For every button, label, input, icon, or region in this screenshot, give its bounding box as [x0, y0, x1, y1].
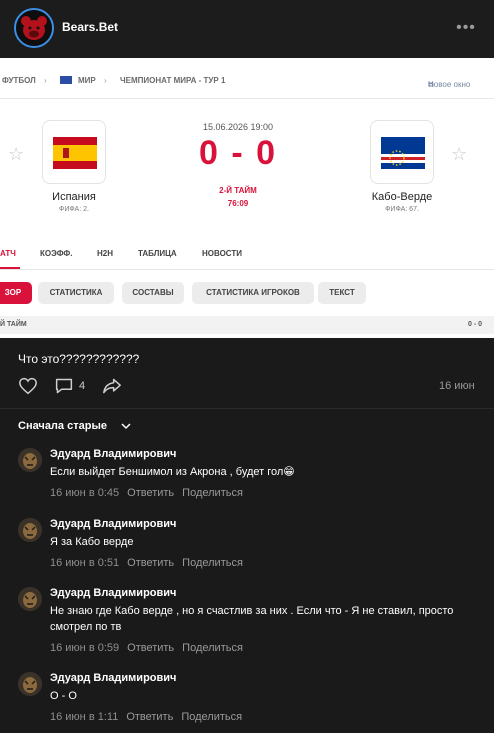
post-image[interactable]: ФУТБОЛ › МИР › ЧЕМПИОНАТ МИРА - ТУР 1 ⧉ … [0, 58, 494, 338]
comment-meta: 16 июн в 1:11 Ответить Поделиться [50, 711, 242, 723]
comment-time: 16 июн в 1:11 [50, 711, 119, 723]
breadcrumb-sport: ФУТБОЛ [2, 76, 36, 85]
share-button[interactable]: Поделиться [181, 711, 242, 723]
share-button[interactable]: Поделиться [182, 487, 243, 499]
avatar[interactable] [18, 518, 42, 542]
heart-icon[interactable] [18, 377, 38, 395]
channel-name[interactable]: Bears.Bet [62, 20, 118, 34]
channel-avatar[interactable] [14, 8, 54, 48]
match-date: 15.06.2026 19:00 [202, 122, 274, 132]
breadcrumb: ФУТБОЛ › МИР › ЧЕМПИОНАТ МИРА - ТУР 1 ⧉ … [2, 76, 471, 89]
share-icon[interactable] [102, 377, 122, 395]
period-score: 0 - 0 [468, 321, 483, 328]
tab-odds: КОЭФФ. [40, 249, 73, 258]
avatar[interactable] [18, 587, 42, 611]
comment-author[interactable]: Эдуард Владимирович [50, 587, 176, 599]
avatar[interactable] [18, 672, 42, 696]
comment-item: Эдуард Владимирович Если выйдет Беншимол… [0, 448, 494, 504]
share-button[interactable]: Поделиться [182, 557, 243, 569]
period-header: Й ТАЙМ 0 - 0 [0, 316, 494, 334]
comment-text: Если выйдет Беншимол из Акрона , будет г… [50, 466, 295, 478]
away-team-logo [370, 120, 434, 184]
world-flag-icon [60, 76, 72, 84]
favorite-star-icon: ☆ [451, 144, 468, 164]
comment-text: О - О [50, 690, 77, 702]
comment-meta: 16 июн в 0:51 Ответить Поделиться [50, 557, 243, 569]
subtab-lineups: СОСТАВЫ [122, 282, 184, 304]
tab-news: НОВОСТИ [202, 249, 243, 258]
comment-count: 4 [79, 380, 86, 392]
tab-table: ТАБЛИЦА [138, 249, 177, 258]
reply-button[interactable]: Ответить [127, 487, 174, 499]
match-period: 2-Й ТАЙМ [219, 186, 257, 195]
comment-time: 16 июн в 0:59 [50, 642, 120, 654]
tiger-avatar-icon [18, 448, 42, 472]
reply-button[interactable]: Ответить [127, 557, 174, 569]
comment-meta: 16 июн в 0:45 Ответить Поделиться [50, 487, 243, 499]
comment-meta: 16 июн в 0:59 Ответить Поделиться [50, 642, 243, 654]
subtab-text: ТЕКСТ [318, 282, 366, 304]
reply-button[interactable]: Ответить [127, 642, 174, 654]
away-team-rank: ФИФА: 67. [385, 206, 419, 213]
subtab-summary: ЗОР [0, 282, 32, 304]
sort-order-dropdown[interactable]: Сначала старые [18, 420, 107, 432]
post-date: 16 июн [439, 380, 475, 392]
breadcrumb-region: МИР [78, 76, 96, 85]
subtab-player-stats: СТАТИСТИКА ИГРОКОВ [192, 282, 314, 304]
comment-author[interactable]: Эдуард Владимирович [50, 672, 176, 684]
channel-header: Bears.Bet ••• [0, 0, 494, 58]
cape-verde-flag-icon [381, 137, 425, 169]
breadcrumb-separator: › [44, 76, 47, 85]
divider [0, 408, 494, 409]
spain-flag-icon [53, 137, 97, 169]
comment-item: Эдуард Владимирович О - О 16 июн в 1:11 О… [0, 672, 494, 728]
subtab-statistics: СТАТИСТИКА [38, 282, 114, 304]
share-button[interactable]: Поделиться [182, 642, 243, 654]
match-score: 0 - 0 [198, 134, 278, 172]
home-team-name: Испания [52, 191, 96, 203]
home-team-rank: ФИФА: 2. [59, 206, 89, 213]
active-tab-indicator [0, 267, 20, 269]
comment-item: Эдуард Владимирович Не знаю где Кабо вер… [0, 587, 494, 659]
avatar[interactable] [18, 448, 42, 472]
period-label: Й ТАЙМ [0, 321, 27, 328]
match-tabs: АТЧ КОЭФФ. H2H ТАБЛИЦА НОВОСТИ [0, 240, 494, 270]
away-team-name: Кабо-Верде [371, 191, 433, 203]
comment-icon[interactable] [54, 377, 74, 395]
divider [0, 98, 494, 99]
tab-h2h: H2H [97, 249, 114, 258]
tiger-avatar-icon [18, 672, 42, 696]
comment-author[interactable]: Эдуард Владимирович [50, 448, 176, 460]
tab-match: АТЧ [0, 249, 16, 258]
comment-text: Не знаю где Кабо верде , но я счастлив з… [50, 605, 454, 633]
more-horizontal-icon[interactable]: ••• [456, 18, 476, 38]
breadcrumb-tournament: ЧЕМПИОНАТ МИРА - ТУР 1 [120, 76, 226, 85]
comment-item: Эдуард Владимирович Я за Кабо верде 16 и… [0, 518, 494, 574]
match-minute: 76:09 [227, 199, 249, 208]
home-team-logo [42, 120, 106, 184]
comment-author[interactable]: Эдуард Владимирович [50, 518, 176, 530]
chevron-down-icon[interactable] [121, 421, 131, 431]
favorite-star-icon: ☆ [8, 144, 25, 164]
breadcrumb-separator: › [104, 76, 107, 85]
post-text: Что это???????????? [18, 352, 140, 366]
comment-time: 16 июн в 0:51 [50, 557, 120, 569]
bear-logo-icon [16, 10, 52, 46]
reply-button[interactable]: Ответить [126, 711, 173, 723]
tiger-avatar-icon [18, 518, 42, 542]
tiger-avatar-icon [18, 587, 42, 611]
comment-time: 16 июн в 0:45 [50, 487, 120, 499]
comment-text: Я за Кабо верде [50, 536, 134, 548]
